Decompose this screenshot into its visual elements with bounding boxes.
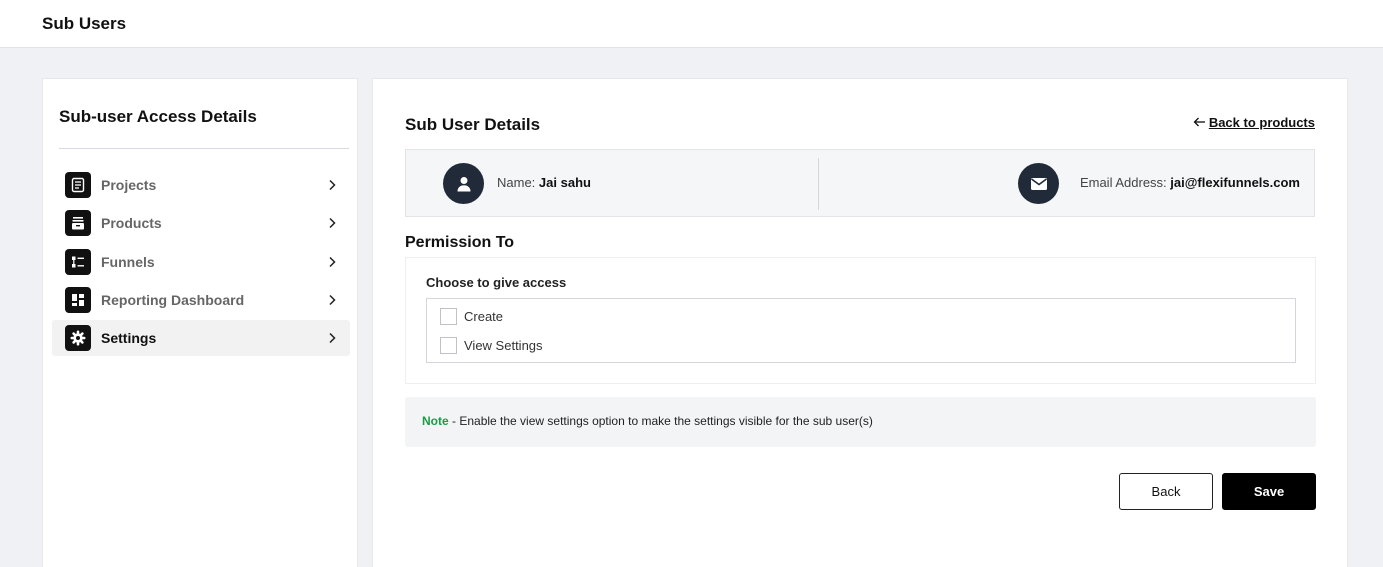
- email-icon: [1018, 163, 1059, 204]
- user-name: Name: Jai sahu: [497, 175, 591, 190]
- chevron-right-icon: [322, 290, 342, 310]
- chevron-right-icon: [322, 328, 342, 348]
- permission-box: Choose to give access Create View Settin…: [405, 257, 1316, 384]
- projects-icon: [65, 172, 91, 198]
- permission-title: Permission To: [405, 234, 515, 251]
- funnels-icon: [65, 249, 91, 275]
- back-link-label: Back to products: [1208, 115, 1315, 130]
- sidebar-item-projects[interactable]: Projects: [52, 167, 350, 203]
- view-settings-option[interactable]: View Settings: [440, 337, 543, 354]
- sidebar-item-funnels[interactable]: Funnels: [52, 244, 350, 280]
- arrow-left-icon: [1193, 115, 1206, 130]
- create-option-label: Create: [464, 309, 504, 324]
- sidebar-item-label: Projects: [101, 177, 157, 193]
- sidebar: Sub-user Access Details Projects Product…: [42, 78, 358, 567]
- sidebar-heading: Sub-user Access Details: [59, 107, 257, 126]
- sidebar-item-label: Products: [101, 215, 162, 231]
- sidebar-item-settings[interactable]: Settings: [52, 320, 350, 356]
- sidebar-item-products[interactable]: Products: [52, 205, 350, 241]
- back-button[interactable]: Back: [1119, 473, 1213, 510]
- chevron-right-icon: [322, 175, 342, 195]
- chevron-right-icon: [322, 213, 342, 233]
- sidebar-item-label: Settings: [101, 330, 157, 346]
- email-value: jai@flexifunnels.com: [1170, 175, 1300, 190]
- info-divider: [818, 158, 819, 210]
- sidebar-item-label: Funnels: [101, 254, 155, 270]
- save-button[interactable]: Save: [1222, 473, 1316, 510]
- gear-icon: [65, 325, 91, 351]
- chevron-right-icon: [322, 252, 342, 272]
- page-title: Sub Users: [42, 14, 127, 33]
- top-bar: Sub Users: [0, 0, 1383, 48]
- create-option[interactable]: Create: [440, 308, 503, 325]
- back-to-products-link[interactable]: Back to products: [1193, 115, 1315, 130]
- note-box: Note - Enable the view settings option t…: [405, 397, 1316, 447]
- view-settings-checkbox[interactable]: [440, 337, 457, 354]
- view-settings-option-label: View Settings: [464, 338, 543, 353]
- name-value: Jai sahu: [538, 175, 591, 190]
- user-info-box: Name: Jai sahu Email Address: jai@flexif…: [405, 149, 1315, 217]
- note-text: Note - Enable the view settings option t…: [422, 414, 873, 428]
- permission-options: Create View Settings: [426, 298, 1296, 363]
- user-email: Email Address: jai@flexifunnels.com: [1080, 175, 1300, 190]
- user-avatar-icon: [443, 163, 484, 204]
- sidebar-item-reporting-dashboard[interactable]: Reporting Dashboard: [52, 282, 350, 318]
- choose-access-label: Choose to give access: [426, 275, 567, 290]
- dashboard-icon: [65, 287, 91, 313]
- sidebar-item-label: Reporting Dashboard: [101, 292, 245, 308]
- note-tag: Note: [422, 414, 449, 428]
- name-label: Name:: [497, 175, 536, 190]
- section-title: Sub User Details: [405, 115, 541, 134]
- sidebar-divider: [59, 148, 349, 149]
- products-icon: [65, 210, 91, 236]
- note-message: - Enable the view settings option to mak…: [448, 414, 873, 428]
- main-panel: Sub User Details Back to products Name: …: [372, 78, 1348, 567]
- email-label: Email Address:: [1079, 175, 1167, 190]
- create-checkbox[interactable]: [440, 308, 457, 325]
